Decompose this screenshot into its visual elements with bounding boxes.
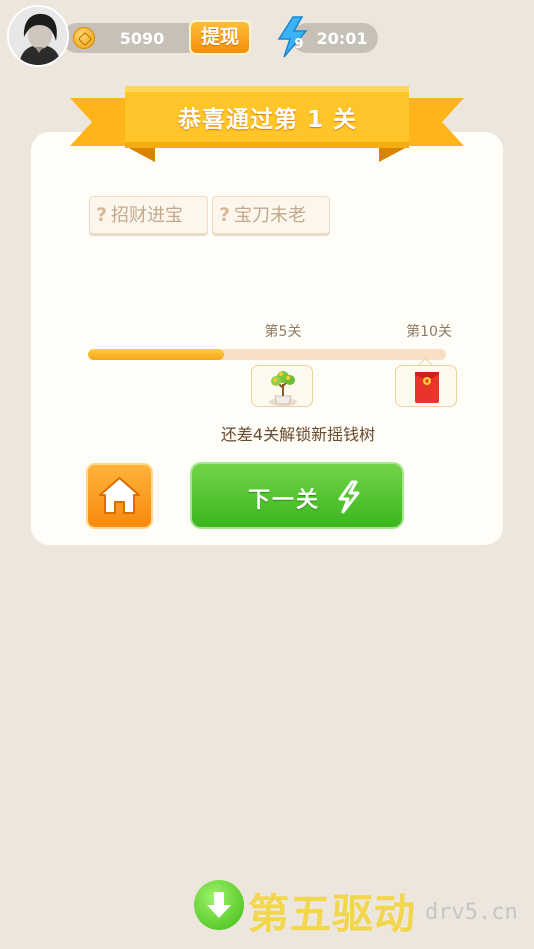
home-button[interactable] xyxy=(86,463,153,529)
next-level-label: 下一关 xyxy=(248,488,321,513)
idiom-tag-label: 宝刀未老 xyxy=(234,205,307,226)
question-mark-icon: ? xyxy=(96,204,108,226)
milestone-label-level-5: 第5关 xyxy=(264,324,302,340)
next-level-button[interactable]: 下一关 xyxy=(190,462,404,529)
coin-icon xyxy=(73,27,95,49)
watermark-download-icon xyxy=(194,880,244,930)
coin-value: 5090 xyxy=(119,29,165,48)
level-progress-fill xyxy=(88,349,225,360)
energy-timer: 20:01 xyxy=(316,29,368,48)
milestone-label-level-10: 第10关 xyxy=(406,324,452,340)
watermark-text: 第五驱动 xyxy=(248,890,416,938)
unlock-hint: 还差4关解锁新摇钱树 xyxy=(220,425,376,444)
question-mark-icon: ? xyxy=(219,204,231,226)
money-tree-icon xyxy=(269,371,297,406)
red-envelope-icon xyxy=(415,372,439,403)
idiom-tag-label: 招财进宝 xyxy=(111,205,184,226)
avatar[interactable] xyxy=(7,5,69,67)
energy-count: 9 xyxy=(294,37,304,52)
level-progress-bar xyxy=(88,349,446,360)
milestone-reward-money-tree[interactable] xyxy=(251,365,313,407)
idiom-tag[interactable]: ? 招财进宝 xyxy=(89,196,208,234)
level-complete-title: 恭喜通过第 1 关 xyxy=(177,107,358,133)
idiom-tag[interactable]: ? 宝刀未老 xyxy=(212,196,330,234)
watermark-domain: drv5.cn xyxy=(425,900,518,925)
milestone-reward-red-envelope[interactable] xyxy=(395,365,457,407)
lightning-bolt-icon xyxy=(338,480,360,514)
withdraw-button[interactable]: 提现 xyxy=(189,20,251,55)
home-icon xyxy=(99,477,140,514)
